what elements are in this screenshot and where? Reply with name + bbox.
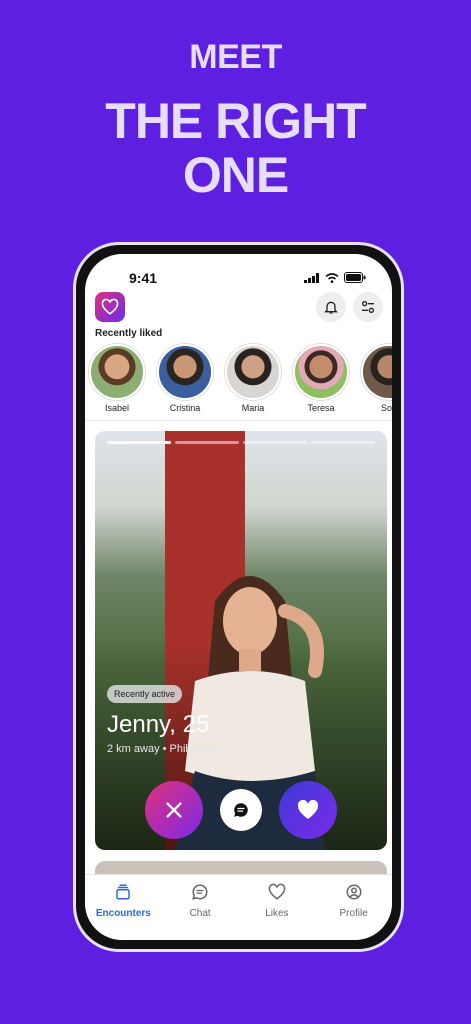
headline-the-right: THE RIGHT (105, 93, 366, 149)
avatar (89, 344, 145, 400)
headline-meet: MEET (189, 38, 282, 76)
progress-segment (311, 441, 375, 444)
profile-location: 2 km away • Philippines (107, 743, 223, 755)
story-sop[interactable]: Sop (359, 344, 392, 413)
story-name: Cristina (169, 403, 201, 413)
heart-icon (268, 883, 286, 900)
bell-icon (324, 301, 338, 314)
like-button[interactable] (279, 781, 337, 839)
phone-frame: 9:41 Recently liked Isabel Cristina Mari… (73, 242, 404, 952)
tab-label: Chat (189, 908, 211, 919)
story-cristina[interactable]: Cristina (155, 344, 215, 413)
app-screen: 9:41 Recently liked Isabel Cristina Mari… (85, 254, 392, 940)
story-maria[interactable]: Maria (223, 344, 283, 413)
avatar (157, 344, 213, 400)
avatar (293, 344, 349, 400)
wifi-icon (325, 272, 339, 283)
encounters-icon (116, 884, 131, 900)
profile-card[interactable]: Recently active Jenny, 25 2 km away • Ph… (95, 431, 387, 850)
story-name: Isabel (104, 403, 130, 413)
tab-label: Profile (339, 908, 368, 919)
filter-icon (362, 301, 374, 313)
chat-icon (192, 884, 208, 900)
story-teresa[interactable]: Teresa (291, 344, 351, 413)
message-button[interactable] (220, 789, 262, 831)
headline-one: ONE (182, 147, 289, 203)
avatar (225, 344, 281, 400)
progress-segment (175, 441, 239, 444)
avatar (361, 344, 392, 400)
tab-encounters[interactable]: Encounters (85, 875, 162, 940)
story-isabel[interactable]: Isabel (87, 344, 147, 413)
status-time: 9:41 (129, 270, 158, 286)
heart-icon (297, 799, 319, 819)
close-icon (166, 802, 182, 818)
tab-label: Encounters (95, 908, 151, 919)
story-name: Sop (380, 403, 392, 413)
stories-row: Isabel Cristina Maria Teresa Sop (85, 344, 392, 414)
signal-icon (304, 272, 319, 283)
tab-chat[interactable]: Chat (162, 875, 239, 940)
app-logo-icon (95, 292, 125, 322)
tab-profile[interactable]: Profile (315, 875, 392, 940)
photo-progress (107, 441, 375, 444)
notifications-button[interactable] (316, 292, 346, 322)
profile-icon (346, 884, 362, 900)
recently-liked-title: Recently liked (95, 328, 163, 339)
battery-icon (344, 272, 366, 283)
status-icons (304, 272, 366, 283)
progress-segment (243, 441, 307, 444)
profile-name-age: Jenny, 25 (107, 711, 210, 738)
bottom-tab-bar: Encounters Chat Likes Profile (85, 874, 392, 940)
tab-likes[interactable]: Likes (239, 875, 316, 940)
story-name: Teresa (307, 403, 335, 413)
tab-label: Likes (265, 908, 289, 919)
dislike-button[interactable] (145, 781, 203, 839)
divider (85, 420, 392, 421)
chat-bubble-icon (234, 803, 248, 817)
story-name: Maria (241, 403, 265, 413)
filters-button[interactable] (353, 292, 383, 322)
progress-segment (107, 441, 171, 444)
recently-active-badge: Recently active (107, 685, 183, 703)
